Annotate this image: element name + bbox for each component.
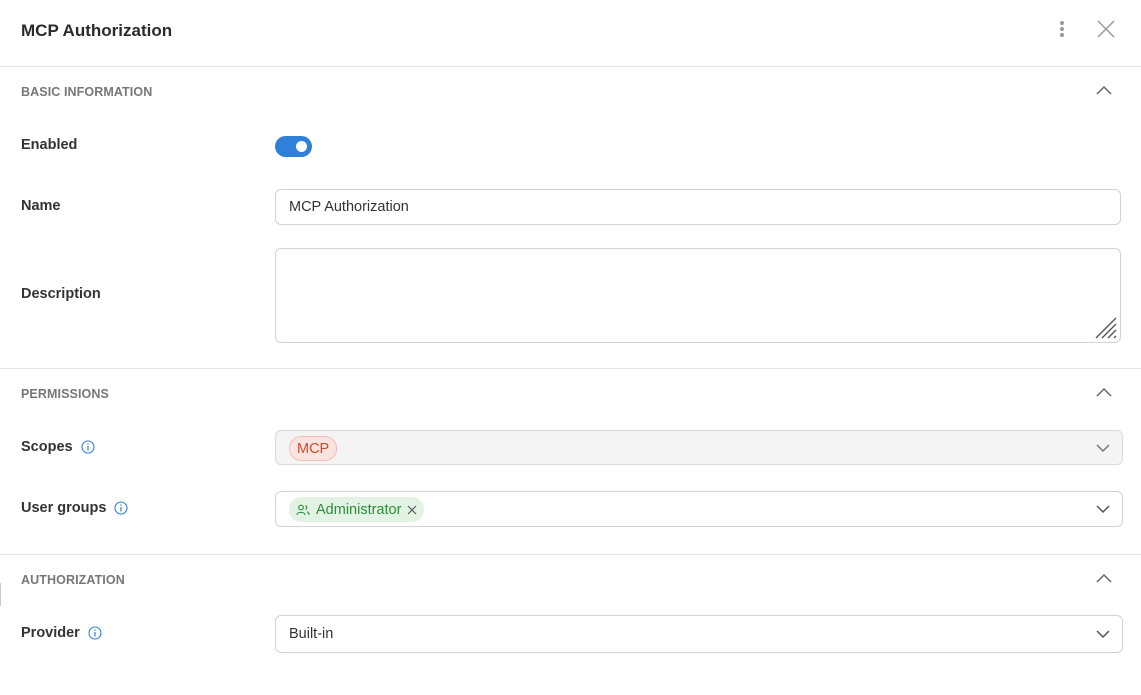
scope-chip: MCP	[289, 436, 338, 461]
user-groups-label-text: User groups	[21, 500, 107, 516]
section-permissions[interactable]: PERMISSIONS	[0, 369, 1141, 419]
section-title: BASIC INFORMATION	[21, 85, 153, 99]
scopes-select[interactable]: MCP	[275, 430, 1123, 465]
collapse-basic-button[interactable]	[1094, 82, 1114, 98]
chevron-up-icon	[1096, 387, 1112, 397]
info-icon[interactable]	[88, 626, 102, 640]
toggle-knob	[296, 141, 307, 152]
user-group-chip: Administrator	[289, 497, 425, 522]
name-input[interactable]: MCP Authorization	[275, 189, 1121, 225]
close-icon	[1097, 20, 1115, 38]
section-authorization[interactable]: AUTHORIZATION	[0, 555, 1141, 605]
dialog-title: MCP Authorization	[21, 21, 173, 40]
chevron-down-icon	[1096, 630, 1110, 639]
provider-select[interactable]: Built-in	[275, 615, 1123, 653]
chevron-up-icon	[1096, 85, 1112, 95]
enabled-label: Enabled	[21, 137, 77, 153]
scopes-label: Scopes	[21, 439, 95, 455]
info-icon[interactable]	[114, 501, 128, 515]
users-icon	[296, 504, 310, 515]
user-group-chip-label: Administrator	[316, 501, 402, 518]
description-label: Description	[21, 286, 101, 302]
resize-handle-icon[interactable]	[1092, 314, 1118, 340]
section-title: AUTHORIZATION	[21, 573, 125, 587]
section-basic-information[interactable]: BASIC INFORMATION	[0, 67, 1141, 117]
scope-chip-label: MCP	[297, 440, 330, 457]
name-label: Name	[21, 198, 61, 214]
section-title: PERMISSIONS	[21, 387, 109, 401]
chevron-down-icon	[1096, 443, 1110, 452]
provider-label: Provider	[21, 625, 102, 641]
user-groups-select[interactable]: Administrator	[275, 491, 1123, 527]
user-groups-label: User groups	[21, 500, 128, 516]
provider-value: Built-in	[289, 626, 334, 642]
provider-label-text: Provider	[21, 625, 80, 641]
enabled-toggle[interactable]	[275, 136, 312, 157]
name-label-text: Name	[21, 198, 61, 214]
chevron-down-icon	[1096, 505, 1110, 514]
more-options-button[interactable]	[1055, 18, 1069, 40]
enabled-label-text: Enabled	[21, 137, 78, 153]
description-textarea[interactable]	[275, 248, 1121, 343]
description-label-text: Description	[21, 286, 101, 302]
dialog-header: MCP Authorization	[0, 0, 1141, 67]
info-icon[interactable]	[81, 440, 95, 454]
chevron-up-icon	[1096, 573, 1112, 583]
collapse-permissions-button[interactable]	[1094, 384, 1114, 400]
scopes-label-text: Scopes	[21, 439, 73, 455]
collapse-authorization-button[interactable]	[1094, 570, 1114, 586]
more-vertical-icon	[1060, 21, 1064, 37]
close-button[interactable]	[1093, 16, 1119, 42]
scroll-marker	[0, 583, 1, 606]
remove-icon[interactable]	[407, 505, 417, 515]
